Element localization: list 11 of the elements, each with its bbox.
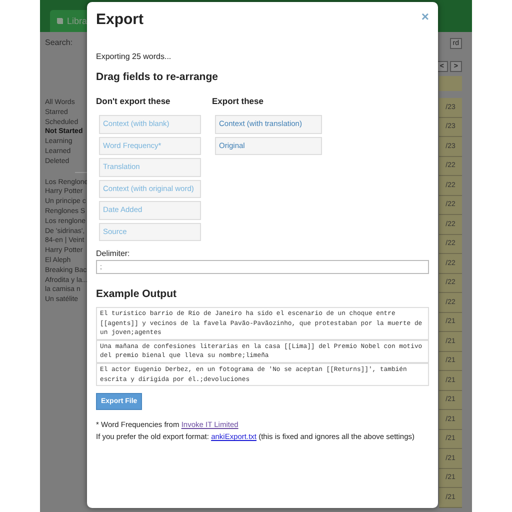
search-label: Search: [45,38,74,47]
section-heading: Example Output [96,288,178,300]
highlight-bar [439,76,462,91]
close-button[interactable]: × [421,11,429,22]
section-heading: Drag fields to re-arrange [96,71,219,83]
column-heading: Don't export these [96,96,172,106]
column-heading: Export these [212,96,264,106]
book-icon [56,17,64,25]
dialog-title: Export [96,11,144,28]
status-text: Exporting 25 words... [96,52,172,61]
delimiter-label: Delimiter: [96,249,131,258]
